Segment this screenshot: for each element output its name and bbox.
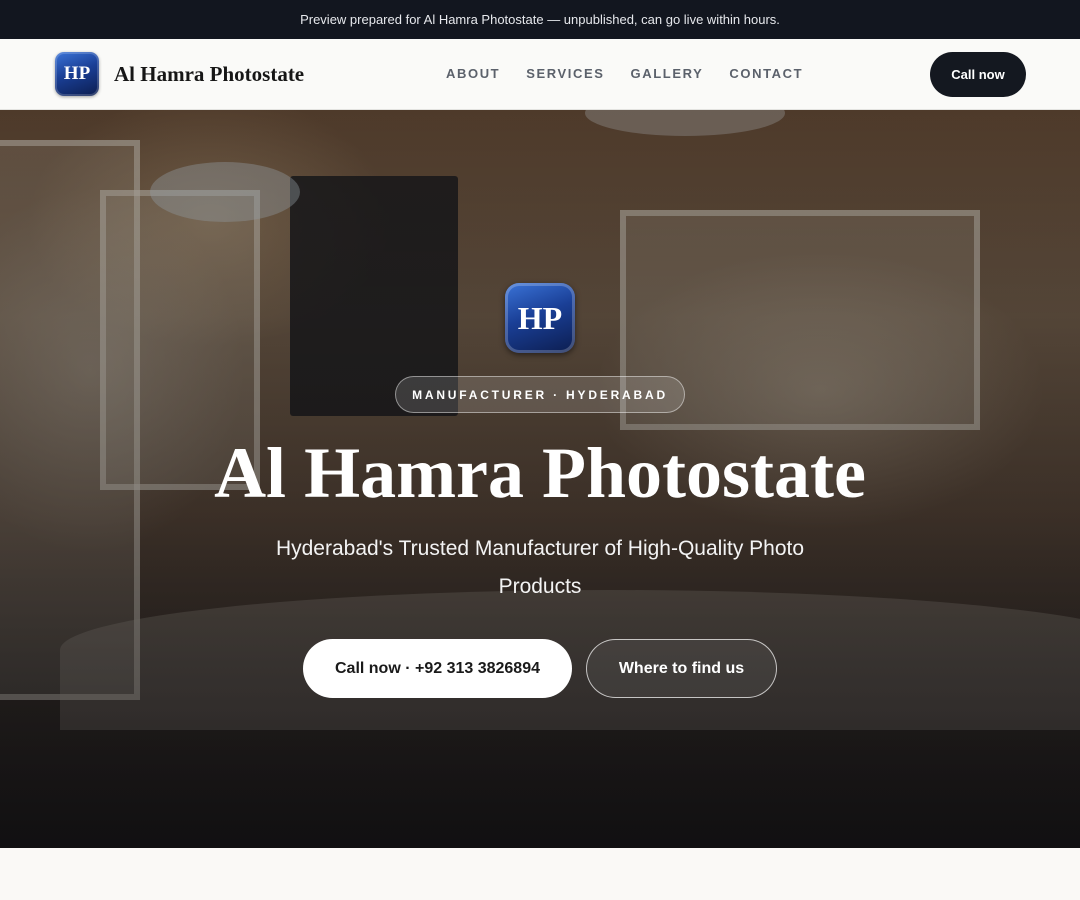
brand-logo-text: HP — [63, 63, 91, 84]
hero-section: HP MANUFACTURER · HYDERABAD Al Hamra Pho… — [0, 110, 1080, 848]
hero-title: Al Hamra Photostate — [214, 433, 866, 513]
nav-call-button[interactable]: Call now — [930, 52, 1026, 97]
hero-logo-text: HP — [517, 299, 563, 336]
preview-banner-text: Preview prepared for Al Hamra Photostate… — [300, 12, 780, 27]
nav-link-gallery[interactable]: GALLERY — [631, 66, 704, 81]
nav-link-services[interactable]: SERVICES — [526, 66, 604, 81]
hero-logo-icon: HP — [505, 283, 575, 353]
where-to-find-us-button[interactable]: Where to find us — [586, 639, 777, 698]
preview-banner: Preview prepared for Al Hamra Photostate… — [0, 0, 1080, 39]
hero-subtitle: Hyderabad's Trusted Manufacturer of High… — [275, 537, 805, 598]
nav-link-contact[interactable]: CONTACT — [729, 66, 803, 81]
nav-menu: ABOUT SERVICES GALLERY CONTACT — [446, 66, 829, 81]
next-section — [0, 848, 1080, 900]
hero-call-button[interactable]: Call now · +92 313 3826894 — [303, 639, 572, 698]
hero-tag-badge: MANUFACTURER · HYDERABAD — [395, 376, 685, 413]
hero-tag-text: MANUFACTURER · HYDERABAD — [412, 387, 668, 402]
top-navigation: HP Al Hamra Photostate ABOUT SERVICES GA… — [0, 39, 1080, 110]
brand-logo-icon: HP — [55, 52, 99, 96]
brand-name: Al Hamra Photostate — [114, 61, 305, 86]
brand[interactable]: HP Al Hamra Photostate — [55, 52, 304, 96]
nav-link-about[interactable]: ABOUT — [446, 66, 500, 81]
